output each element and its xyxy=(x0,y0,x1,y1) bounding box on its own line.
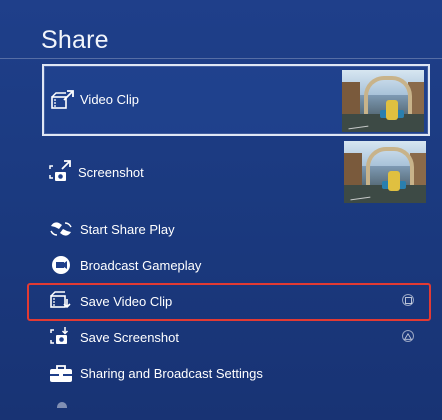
page-title: Share xyxy=(41,26,109,54)
toolbox-settings-icon xyxy=(48,362,74,384)
sharing-broadcast-settings-label: Sharing and Broadcast Settings xyxy=(80,366,263,381)
save-screenshot-icon xyxy=(48,326,74,348)
triangle-button-icon xyxy=(402,330,414,342)
start-share-play-option[interactable]: Start Share Play xyxy=(42,214,430,244)
screenshot-option[interactable]: Screenshot xyxy=(42,137,430,209)
start-share-play-label: Start Share Play xyxy=(80,222,175,237)
screenshot-share-icon xyxy=(48,159,74,183)
save-screenshot-label: Save Screenshot xyxy=(80,330,180,345)
broadcast-icon xyxy=(48,254,74,276)
share-play-icon xyxy=(48,218,74,240)
video-clip-share-icon xyxy=(50,88,76,112)
annotation-highlight-box xyxy=(27,283,431,321)
sharing-broadcast-settings-option[interactable]: Sharing and Broadcast Settings xyxy=(42,358,430,388)
save-screenshot-option[interactable]: Save Screenshot xyxy=(42,322,430,352)
video-clip-thumbnail xyxy=(342,70,424,132)
video-clip-label: Video Clip xyxy=(80,92,140,107)
video-clip-option[interactable]: Video Clip xyxy=(42,64,430,136)
more-items-indicator xyxy=(57,402,67,408)
screenshot-thumbnail xyxy=(344,141,426,203)
screenshot-label: Screenshot xyxy=(78,165,144,180)
title-divider xyxy=(0,58,442,59)
broadcast-gameplay-option[interactable]: Broadcast Gameplay xyxy=(42,250,430,280)
broadcast-gameplay-label: Broadcast Gameplay xyxy=(80,258,202,273)
